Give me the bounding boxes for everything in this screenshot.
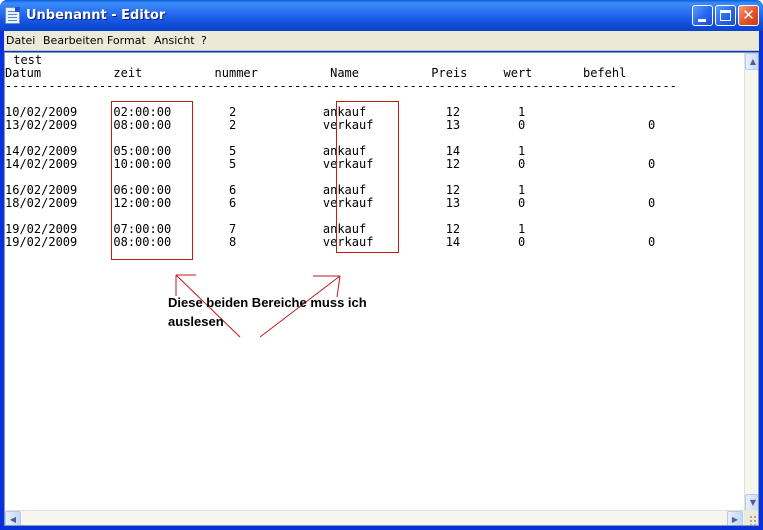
text-line: ----------------------------------------… [5, 79, 677, 93]
maximize-button[interactable] [715, 5, 736, 26]
text-line: 13/02/2009 08:00:00 2 verkauf 13 0 0 [5, 118, 656, 132]
menu-ansicht[interactable]: Ansicht [154, 34, 195, 47]
scroll-down-button[interactable]: ▼ [745, 494, 758, 511]
minimize-button[interactable] [692, 5, 713, 26]
menu-format[interactable]: Format [107, 34, 146, 47]
name-highlight-box [336, 101, 399, 253]
zeit-highlight-box [111, 101, 193, 260]
window-title: Unbenannt - Editor [26, 8, 166, 23]
text-line: 18/02/2009 12:00:00 6 verkauf 13 0 0 [5, 196, 656, 210]
arrow-left-icon: ◀ [9, 515, 17, 524]
vertical-scrollbar[interactable]: ▲ ▼ [744, 53, 758, 511]
close-button[interactable]: ✕ [738, 5, 759, 26]
text-line: 19/02/2009 08:00:00 8 verkauf 14 0 0 [5, 235, 656, 249]
annotation-text: Diese beiden Bereiche muss ich auslesen [168, 293, 418, 331]
annotation-line: auslesen [168, 314, 224, 329]
horizontal-scrollbar[interactable]: ◀ ▶ [5, 510, 744, 525]
arrow-right-icon: ▶ [731, 515, 739, 524]
menu-help[interactable]: ? [201, 34, 207, 47]
title-bar[interactable]: Unbenannt - Editor ✕ [0, 0, 763, 31]
menu-bar: Datei Bearbeiten Format Ansicht ? [4, 31, 759, 51]
notepad-app-icon[interactable] [5, 7, 20, 24]
annotation-line: Diese beiden Bereiche muss ich [168, 295, 367, 310]
arrow-up-icon: ▲ [749, 57, 757, 66]
scroll-up-button[interactable]: ▲ [745, 53, 758, 70]
notepad-window: Unbenannt - Editor ✕ Datei Bearbeiten Fo… [0, 0, 763, 530]
text-line: 14/02/2009 10:00:00 5 verkauf 12 0 0 [5, 157, 656, 171]
menu-bearbeiten[interactable]: Bearbeiten [43, 34, 103, 47]
close-icon: ✕ [742, 6, 755, 24]
menu-datei[interactable]: Datei [6, 34, 35, 47]
arrow-down-icon: ▼ [749, 498, 757, 507]
resize-corner[interactable] [744, 510, 758, 525]
maximize-icon [720, 10, 731, 21]
scroll-right-button[interactable]: ▶ [727, 511, 743, 525]
resize-grip-icon[interactable] [749, 515, 758, 525]
scroll-left-button[interactable]: ◀ [5, 511, 21, 525]
minimize-icon [698, 19, 706, 22]
